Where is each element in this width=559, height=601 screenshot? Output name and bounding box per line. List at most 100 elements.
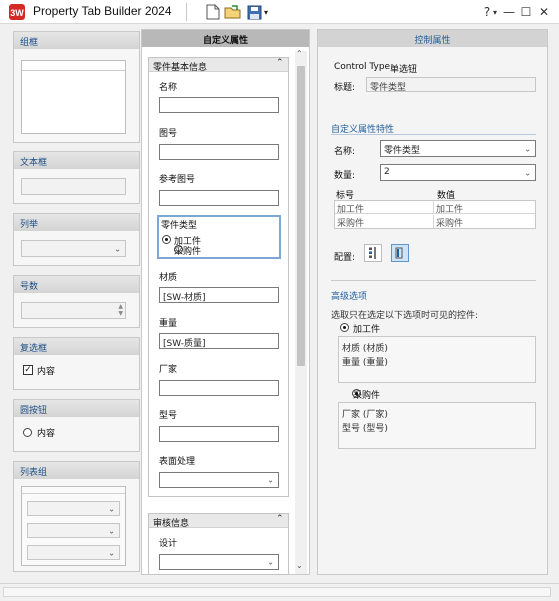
part-type-radio-group[interactable]: 零件类型 加工件 采购件 bbox=[157, 215, 281, 259]
advanced-section-title: 高级选项 bbox=[331, 292, 368, 302]
open-folder-icon[interactable] bbox=[224, 3, 242, 21]
config-vertical-layout-icon[interactable] bbox=[364, 244, 382, 262]
window-title: Property Tab Builder 2024 bbox=[33, 4, 172, 18]
groupbox-preview bbox=[21, 60, 126, 134]
table-cell[interactable]: 采购件 bbox=[436, 216, 463, 229]
table-row[interactable]: 采购件 采购件 bbox=[335, 215, 535, 229]
field-label: 图号 bbox=[159, 129, 178, 139]
scrollbar-thumb[interactable] bbox=[297, 66, 305, 366]
caption-label: 标题: bbox=[334, 83, 356, 93]
section-divider bbox=[331, 134, 536, 135]
close-button[interactable]: ✕ bbox=[535, 2, 553, 22]
palette-number[interactable]: 号数 ▲ ▼ bbox=[13, 275, 140, 328]
table-body: 加工件 加工件 采购件 采购件 bbox=[334, 200, 536, 229]
option1-radio-icon[interactable] bbox=[340, 323, 349, 332]
review-info-group: 审核信息 ⌃ 设计 ⌄ bbox=[148, 513, 289, 575]
field-label: 重量 bbox=[159, 319, 178, 329]
table-col-divider bbox=[433, 215, 434, 228]
palette-textbox-label: 文本框 bbox=[14, 152, 139, 169]
radio-preview-icon bbox=[23, 428, 32, 437]
list-item[interactable]: 重量 (重量) bbox=[342, 355, 388, 368]
number-preview: ▲ ▼ bbox=[21, 302, 126, 319]
surface-treatment-select[interactable]: ⌄ bbox=[159, 472, 279, 488]
svg-text:3W: 3W bbox=[10, 8, 24, 18]
vendor-input[interactable] bbox=[159, 380, 279, 396]
property-name-value: 零件类型 bbox=[384, 146, 421, 156]
help-dropdown-icon[interactable]: ▾ bbox=[491, 2, 499, 22]
config-selected-layout-icon[interactable] bbox=[391, 244, 409, 262]
maximize-button[interactable]: ☐ bbox=[517, 2, 535, 22]
field-label: 参考图号 bbox=[159, 175, 196, 185]
list-item[interactable]: 型号 (型号) bbox=[342, 421, 388, 434]
review-info-group-header[interactable]: 审核信息 ⌃ bbox=[149, 514, 288, 529]
chevron-down-icon: ⌄ bbox=[267, 475, 274, 485]
palette-radio[interactable]: 圆按钮 内容 bbox=[13, 399, 140, 452]
radio-selected-icon[interactable] bbox=[162, 235, 171, 244]
field-label: 名称 bbox=[159, 83, 178, 93]
control-properties-panel: 控制属性 Control Type: 单选钮 标题: 零件类型 自定义属性特性 … bbox=[317, 29, 548, 575]
list-item[interactable]: 材质 (材质) bbox=[342, 341, 388, 354]
title-bar: 3W Property Tab Builder 2024 ▾ ? ▾ — ☐ ✕ bbox=[0, 0, 559, 24]
custom-properties-header: 自定义属性 bbox=[142, 30, 309, 47]
options-table: 标号 数值 加工件 加工件 采购件 采购件 bbox=[334, 187, 536, 229]
part-info-group-title: 零件基本信息 bbox=[153, 63, 208, 73]
chevron-down-icon: ⌄ bbox=[524, 168, 531, 177]
advanced-description: 选取只在选定以下选项时可见的控件: bbox=[331, 311, 479, 321]
material-input[interactable]: [SW-材质] bbox=[159, 287, 279, 303]
listgroup-row: ⌄ bbox=[27, 545, 120, 560]
checkbox-preview-label: 内容 bbox=[37, 367, 56, 377]
radio-preview-label: 内容 bbox=[37, 429, 56, 439]
chevron-down-icon: ⌄ bbox=[108, 526, 115, 535]
listgroup-row: ⌄ bbox=[27, 501, 120, 516]
scroll-up-icon[interactable]: ⌃ bbox=[296, 49, 303, 58]
scroll-down-icon[interactable]: ⌄ bbox=[296, 561, 303, 570]
property-name-label: 名称: bbox=[334, 147, 356, 157]
palette-groupbox[interactable]: 组框 bbox=[13, 31, 140, 143]
control-type-label: Control Type: bbox=[334, 62, 394, 72]
drawing-number-input[interactable] bbox=[159, 144, 279, 160]
count-value: 2 bbox=[384, 167, 390, 177]
config-label: 配置: bbox=[334, 253, 356, 263]
table-col-divider bbox=[433, 201, 434, 214]
chevron-down-icon: ⌄ bbox=[524, 144, 531, 153]
collapse-icon[interactable]: ⌃ bbox=[276, 58, 284, 68]
ref-drawing-input[interactable] bbox=[159, 190, 279, 206]
list-item[interactable]: 厂家 (厂家) bbox=[342, 407, 388, 420]
weight-input[interactable]: [SW-质量] bbox=[159, 333, 279, 349]
section-divider bbox=[331, 280, 536, 281]
custom-properties-panel: 自定义属性 ⌃ ⌄ 零件基本信息 ⌃ 名称 图号 参考图号 零件类型 加工件 采… bbox=[141, 29, 310, 575]
count-label: 数量: bbox=[334, 171, 356, 181]
table-cell[interactable]: 加工件 bbox=[337, 202, 364, 215]
field-label: 型号 bbox=[159, 411, 178, 421]
option1-control-list[interactable]: 材质 (材质) 重量 (重量) bbox=[338, 336, 536, 383]
palette-list[interactable]: 列举 ⌄ bbox=[13, 213, 140, 266]
part-info-group-header[interactable]: 零件基本信息 ⌃ bbox=[149, 58, 288, 73]
palette-listgroup[interactable]: 列表组 ⌄ ⌄ ⌄ bbox=[13, 461, 140, 572]
palette-checkbox[interactable]: 复选框 ✓ 内容 bbox=[13, 337, 140, 390]
chevron-down-icon: ⌄ bbox=[108, 548, 115, 557]
save-dropdown-icon[interactable]: ▾ bbox=[261, 3, 271, 21]
table-cell[interactable]: 加工件 bbox=[436, 202, 463, 215]
field-label: 材质 bbox=[159, 273, 178, 283]
vertical-scrollbar[interactable]: ⌃ ⌄ bbox=[295, 49, 307, 574]
checkbox-checked-icon: ✓ bbox=[23, 365, 33, 375]
minimize-button[interactable]: — bbox=[500, 2, 518, 22]
count-select[interactable]: 2 ⌄ bbox=[380, 164, 536, 181]
name-input[interactable] bbox=[159, 97, 279, 113]
table-row[interactable]: 加工件 加工件 bbox=[335, 201, 535, 215]
chevron-down-icon: ⌄ bbox=[108, 504, 115, 513]
review-info-group-title: 审核信息 bbox=[153, 519, 190, 529]
design-select[interactable]: ⌄ bbox=[159, 554, 279, 570]
new-file-icon[interactable] bbox=[204, 3, 222, 21]
control-palette: 组框 文本框 列举 ⌄ 号数 ▲ ▼ 复选框 ✓ 内容 圆按钮 内容 列表组 ⌄… bbox=[7, 29, 140, 574]
chevron-down-icon: ⌄ bbox=[114, 244, 121, 253]
palette-textbox[interactable]: 文本框 bbox=[13, 151, 140, 204]
model-input[interactable] bbox=[159, 426, 279, 442]
part-info-group: 零件基本信息 ⌃ 名称 图号 参考图号 零件类型 加工件 采购件 材质 [SW-… bbox=[148, 57, 289, 497]
table-cell[interactable]: 采购件 bbox=[337, 216, 364, 229]
field-label: 厂家 bbox=[159, 365, 178, 375]
property-name-select[interactable]: 零件类型 ⌄ bbox=[380, 140, 536, 157]
collapse-icon[interactable]: ⌃ bbox=[276, 514, 284, 524]
option2-control-list[interactable]: 厂家 (厂家) 型号 (型号) bbox=[338, 402, 536, 449]
caption-input[interactable]: 零件类型 bbox=[366, 77, 536, 93]
